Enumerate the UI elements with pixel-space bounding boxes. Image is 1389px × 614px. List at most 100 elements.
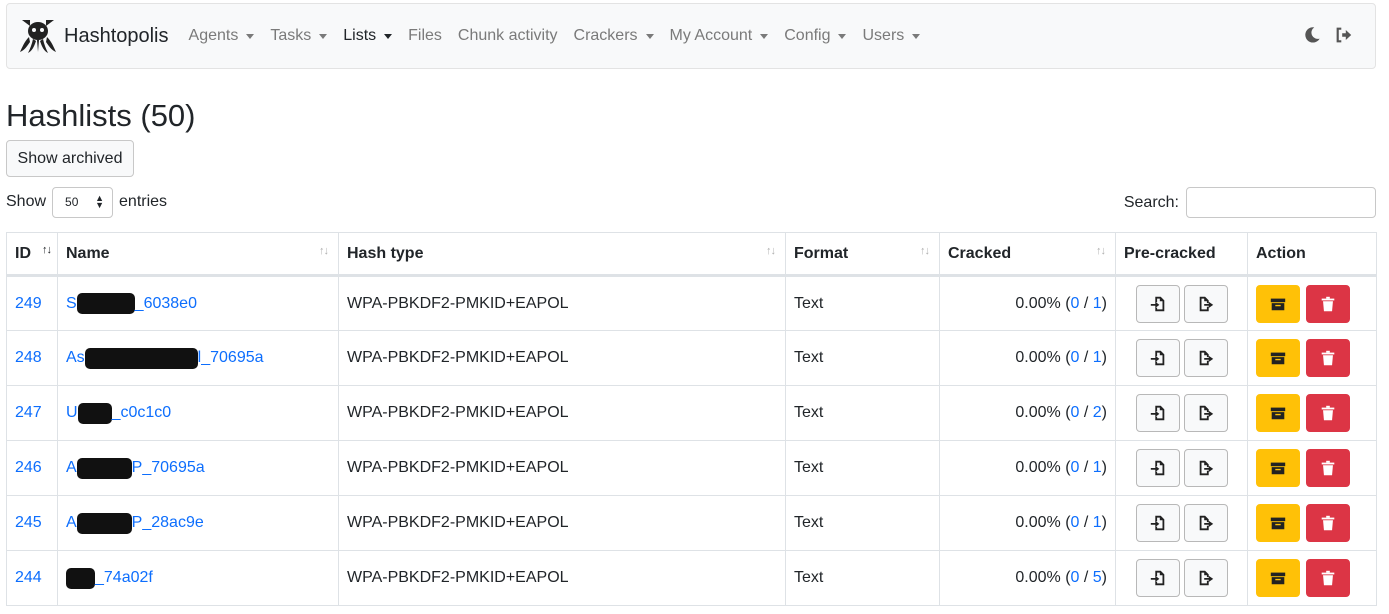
archive-button[interactable] (1256, 394, 1300, 432)
cracked-separator: / (1079, 514, 1093, 531)
hashlist-id-link[interactable]: 247 (15, 404, 42, 421)
hashlist-id-link[interactable]: 245 (15, 514, 42, 531)
cell-hash-type: WPA-PBKDF2-PMKID+EAPOL (338, 275, 786, 331)
column-label: ID (15, 244, 31, 262)
import-precracked-button[interactable] (1135, 504, 1180, 542)
name-prefix: U (66, 404, 78, 422)
table-row: 245 A P_28ac9e WPA-PBKDF2-PMKID+EAPOL Tex… (6, 495, 1377, 551)
import-precracked-button[interactable] (1135, 394, 1180, 432)
import-precracked-button[interactable] (1135, 449, 1180, 487)
export-precracked-button[interactable] (1183, 504, 1228, 542)
file-import-icon (1150, 460, 1164, 476)
archive-button[interactable] (1256, 339, 1300, 377)
caret-down-icon (319, 33, 328, 39)
import-precracked-button[interactable] (1135, 559, 1180, 597)
export-precracked-button[interactable] (1183, 394, 1228, 432)
table-header-row: ID ↑↓ Name ↑↓ Hash type ↑↓ Format ↑↓ Cracked… (6, 232, 1377, 277)
file-import-icon (1150, 570, 1164, 586)
file-import-icon (1150, 296, 1164, 311)
show-entries-control: Show 50 ▲ ▼ entries (6, 186, 167, 218)
sort-asc-icon: ↑↓ (42, 244, 52, 256)
brand[interactable]: Hashtopolis (18, 16, 181, 56)
cell-action (1247, 275, 1377, 331)
cell-id: 244 (6, 550, 58, 606)
cracked-close: ) (1101, 514, 1107, 531)
nav-item-lists[interactable]: Lists (335, 27, 400, 45)
hashlist-name-link[interactable]: _74a02f (66, 567, 153, 589)
import-precracked-button[interactable] (1135, 339, 1180, 377)
cracked-separator: / (1079, 569, 1093, 586)
cell-id: 249 (6, 275, 58, 331)
nav-item-crackers[interactable]: Crackers (566, 27, 662, 45)
show-archived-button[interactable]: Show archived (6, 140, 134, 177)
cell-action (1247, 440, 1377, 496)
redaction-mark (66, 567, 95, 589)
caret-down-icon (645, 33, 654, 39)
delete-button[interactable] (1306, 394, 1350, 432)
nav-label: Users (862, 27, 905, 44)
cell-name: A P_28ac9e (57, 495, 339, 551)
nav-item-agents[interactable]: Agents (181, 27, 263, 45)
cell-hash-type: WPA-PBKDF2-PMKID+EAPOL (338, 330, 786, 386)
caret-down-icon (246, 33, 255, 39)
archive-button[interactable] (1256, 449, 1300, 487)
trash-icon (1321, 570, 1335, 586)
delete-button[interactable] (1306, 559, 1350, 597)
import-precracked-button[interactable] (1135, 284, 1180, 323)
column-header-hash-type[interactable]: Hash type ↑↓ (338, 232, 786, 277)
name-prefix: A (66, 514, 77, 532)
hashlist-name-link[interactable]: U _c0c1c0 (66, 402, 171, 424)
hashlist-name-link[interactable]: A P_28ac9e (66, 512, 204, 534)
moon-icon[interactable] (1303, 26, 1321, 44)
total-count-link[interactable]: 1 (1093, 295, 1102, 312)
search-input[interactable] (1186, 187, 1376, 218)
name-prefix: A (66, 459, 77, 477)
cracked-close: ) (1101, 569, 1107, 586)
export-precracked-button[interactable] (1183, 559, 1228, 597)
cracked-close: ) (1101, 349, 1107, 366)
select-arrows-icon: ▲ ▼ (95, 193, 105, 210)
nav-label: Agents (188, 27, 239, 44)
archive-box-icon (1270, 517, 1286, 530)
hashlist-name-link[interactable]: S _6038e0 (66, 293, 197, 314)
show-label: Show (6, 193, 47, 210)
delete-button[interactable] (1306, 339, 1350, 377)
column-header-name[interactable]: Name ↑↓ (57, 232, 339, 277)
total-count-link[interactable]: 1 (1093, 459, 1102, 476)
column-header-id[interactable]: ID ↑↓ (6, 232, 58, 277)
hashlist-id-link[interactable]: 249 (15, 295, 42, 312)
total-count-link[interactable]: 5 (1093, 569, 1102, 586)
delete-button[interactable] (1306, 284, 1350, 323)
archive-button[interactable] (1256, 284, 1300, 323)
delete-button[interactable] (1306, 449, 1350, 487)
delete-button[interactable] (1306, 504, 1350, 542)
nav-item-config[interactable]: Config (776, 27, 854, 45)
column-header-cracked[interactable]: Cracked ↑↓ (939, 232, 1116, 277)
nav-item-files[interactable]: Files (400, 27, 450, 45)
entries-value: 50 (65, 195, 79, 209)
archive-button[interactable] (1256, 504, 1300, 542)
redaction-mark (76, 457, 132, 479)
cell-action (1247, 385, 1377, 441)
export-precracked-button[interactable] (1183, 449, 1228, 487)
cell-name: A P_70695a (57, 440, 339, 496)
cell-format: Text (785, 385, 940, 441)
nav-item-users[interactable]: Users (854, 27, 928, 45)
nav-item-tasks[interactable]: Tasks (262, 27, 335, 45)
hashlist-name-link[interactable]: A P_70695a (66, 457, 205, 479)
hashlist-id-link[interactable]: 244 (15, 569, 42, 586)
nav-item-my-account[interactable]: My Account (662, 27, 777, 45)
hashlist-name-link[interactable]: As l_70695a (66, 347, 264, 369)
export-precracked-button[interactable] (1183, 284, 1228, 323)
total-count-link[interactable]: 1 (1093, 349, 1102, 366)
column-header-format[interactable]: Format ↑↓ (785, 232, 940, 277)
entries-select[interactable]: 50 ▲ ▼ (52, 186, 114, 218)
logout-icon[interactable] (1335, 26, 1353, 44)
hashlist-id-link[interactable]: 248 (15, 349, 42, 366)
export-precracked-button[interactable] (1183, 339, 1228, 377)
total-count-link[interactable]: 2 (1093, 404, 1102, 421)
hashlist-id-link[interactable]: 246 (15, 459, 42, 476)
nav-item-chunk-activity[interactable]: Chunk activity (450, 27, 566, 45)
archive-button[interactable] (1256, 559, 1300, 597)
total-count-link[interactable]: 1 (1093, 514, 1102, 531)
